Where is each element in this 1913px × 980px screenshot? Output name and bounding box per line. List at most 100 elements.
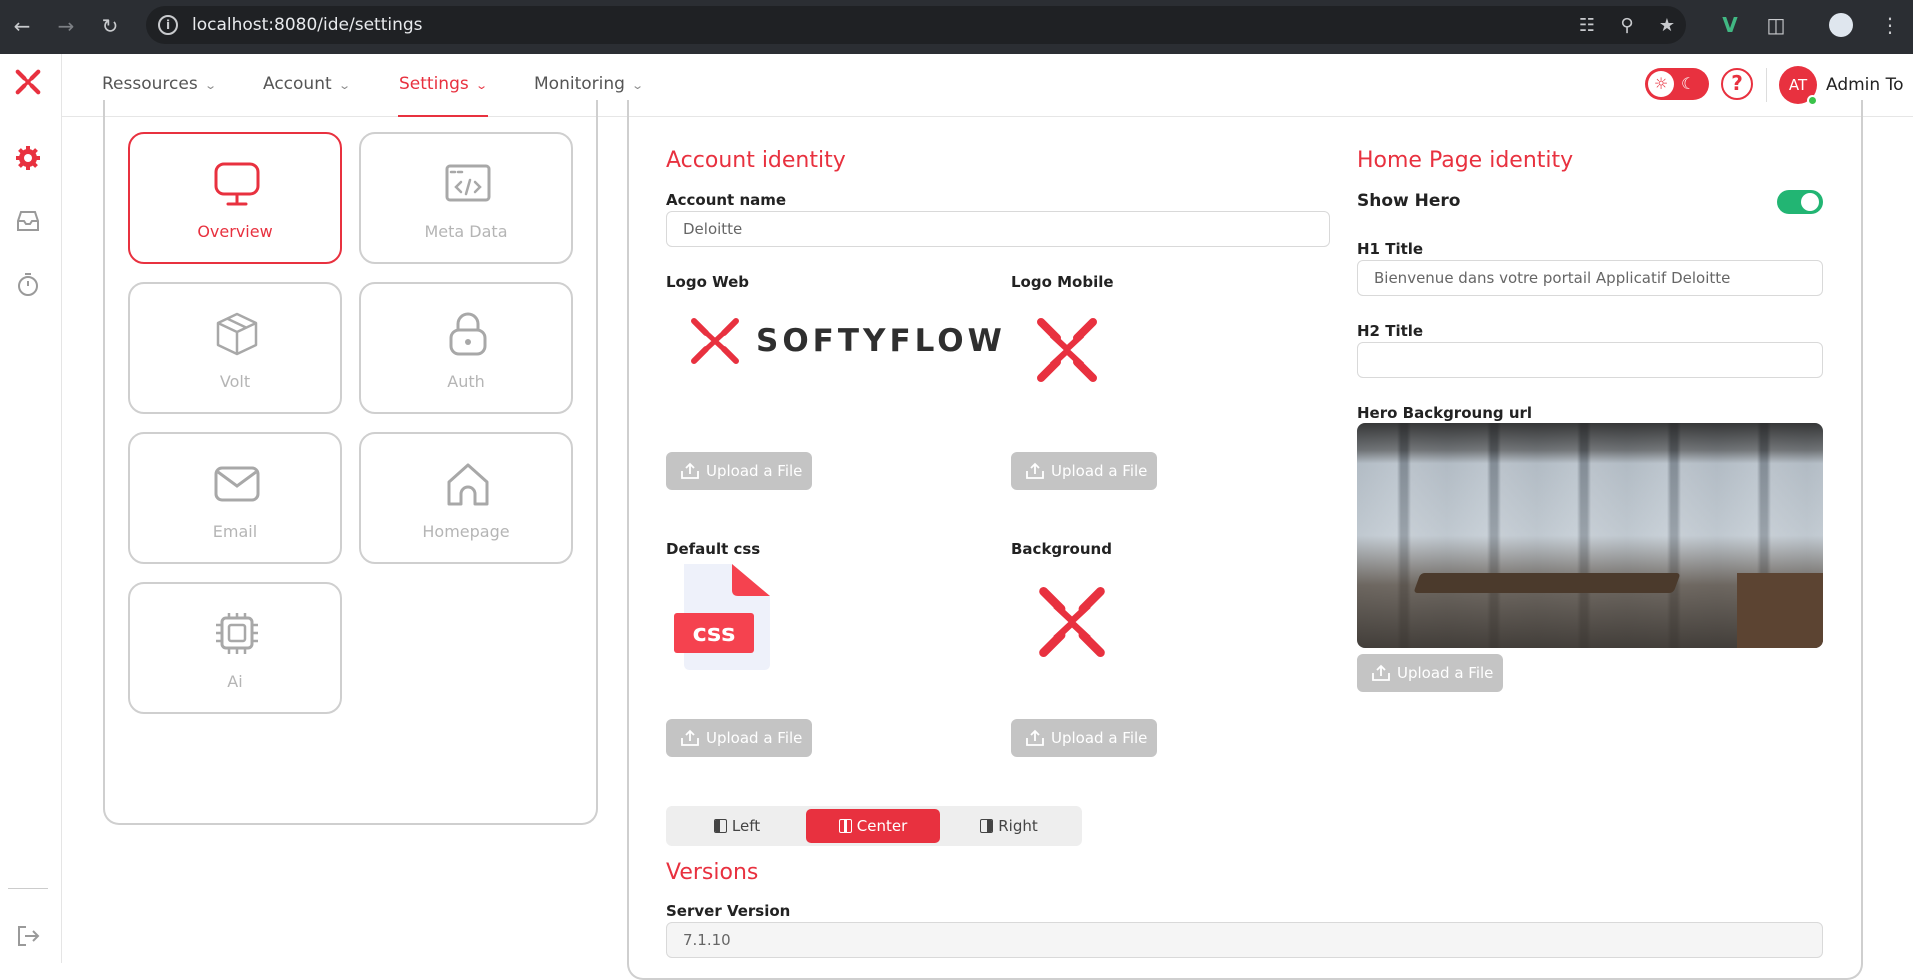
home-identity-title: Home Page identity	[1357, 148, 1574, 173]
chevron-down-icon: ⌄	[337, 79, 351, 92]
tile-ai[interactable]: Ai	[128, 582, 342, 714]
css-file-preview: css	[672, 560, 772, 672]
inbox-icon[interactable]	[14, 207, 42, 235]
default-css-label: Default css	[666, 540, 761, 558]
left-rail	[0, 54, 62, 963]
softyflow-logo-icon	[691, 318, 739, 364]
show-hero-toggle[interactable]	[1777, 190, 1823, 214]
tile-auth[interactable]: Auth	[359, 282, 573, 414]
logo-web-upload-button[interactable]: Upload a File	[666, 452, 812, 490]
align-center-button[interactable]: Center	[806, 809, 940, 843]
tile-label: Meta Data	[424, 222, 508, 241]
account-name-label: Account name	[666, 191, 787, 209]
upload-icon	[681, 462, 699, 479]
logout-icon[interactable]	[14, 922, 42, 950]
tile-homepage[interactable]: Homepage	[359, 432, 573, 564]
upload-icon	[1026, 729, 1044, 746]
upload-label: Upload a File	[706, 462, 803, 480]
browser-menu-icon[interactable]: ⋮	[1877, 12, 1903, 38]
profile-icon[interactable]	[1829, 13, 1853, 37]
css-badge: css	[674, 613, 754, 653]
align-center-icon	[838, 819, 852, 833]
tile-volt[interactable]: Volt	[128, 282, 342, 414]
chevron-down-icon: ⌄	[631, 79, 644, 92]
alignment-toggle-group: Left Center Right	[666, 806, 1082, 846]
h2-title-label: H2 Title	[1357, 322, 1424, 340]
upload-icon	[1372, 664, 1390, 681]
tile-label: Overview	[197, 222, 273, 241]
align-right-button[interactable]: Right	[942, 809, 1076, 843]
extensions-icon[interactable]: ◫	[1763, 12, 1789, 38]
tile-overview[interactable]: Overview	[128, 132, 342, 264]
translate-icon[interactable]: ☷	[1576, 15, 1598, 37]
background-upload-button[interactable]: Upload a File	[1011, 719, 1157, 757]
h1-title-label: H1 Title	[1357, 240, 1424, 258]
menu-monitoring-label: Monitoring	[534, 74, 625, 94]
versions-title: Versions	[666, 860, 759, 885]
menu-settings-label: Settings	[399, 74, 469, 94]
upload-icon	[681, 729, 699, 746]
account-name-input[interactable]: Deloitte	[666, 211, 1330, 247]
vue-devtools-icon[interactable]: V	[1717, 12, 1743, 38]
menu-monitoring[interactable]: Monitoring ⌄	[534, 74, 644, 94]
user-name[interactable]: Admin To	[1826, 75, 1903, 95]
browser-chrome: ← → ↻ i localhost:8080/ide/settings ☷ ⚲ …	[0, 0, 1913, 54]
upload-label: Upload a File	[1051, 729, 1148, 747]
account-identity-title: Account identity	[666, 148, 846, 173]
tile-label: Homepage	[422, 522, 510, 541]
logo-icon[interactable]	[14, 68, 42, 96]
menu-ressources-label: Ressources	[102, 74, 198, 94]
h1-title-input[interactable]: Bienvenue dans votre portail Applicatif …	[1357, 260, 1823, 296]
hero-background-image	[1357, 423, 1823, 648]
bookmark-star-icon[interactable]: ★	[1656, 15, 1678, 37]
tile-label: Volt	[219, 372, 251, 391]
timer-icon[interactable]	[14, 270, 42, 298]
background-preview-icon	[1039, 587, 1105, 657]
upload-label: Upload a File	[1051, 462, 1148, 480]
hero-background-label: Hero Backgroung url	[1357, 404, 1533, 422]
hero-image-table	[1413, 573, 1681, 593]
upload-label: Upload a File	[1397, 664, 1494, 682]
align-right-label: Right	[998, 817, 1038, 835]
help-button[interactable]: ?	[1721, 68, 1753, 100]
menu-account[interactable]: Account ⌄	[263, 74, 351, 94]
address-bar[interactable]: i localhost:8080/ide/settings ☷ ⚲ ★	[146, 6, 1686, 44]
menu-settings[interactable]: Settings ⌄	[399, 74, 488, 94]
back-icon[interactable]: ←	[8, 12, 36, 40]
code-icon	[445, 164, 491, 202]
default-css-upload-button[interactable]: Upload a File	[666, 719, 812, 757]
forward-icon[interactable]: →	[52, 12, 80, 40]
logo-mobile-preview-icon	[1037, 318, 1097, 382]
tile-meta-data[interactable]: Meta Data	[359, 132, 573, 264]
sun-icon: ☼	[1648, 71, 1674, 97]
box-icon	[216, 312, 258, 356]
align-right-icon	[980, 819, 994, 833]
zoom-icon[interactable]: ⚲	[1616, 15, 1638, 37]
chevron-down-icon: ⌄	[203, 79, 217, 92]
reload-icon[interactable]: ↻	[96, 12, 124, 40]
chip-icon	[216, 613, 258, 654]
header-divider	[1766, 68, 1767, 102]
align-left-button[interactable]: Left	[670, 809, 804, 843]
logo-mobile-upload-button[interactable]: Upload a File	[1011, 452, 1157, 490]
lock-icon	[449, 312, 487, 356]
server-version-field: 7.1.10	[666, 922, 1823, 958]
hero-upload-button[interactable]: Upload a File	[1357, 654, 1503, 692]
site-info-icon[interactable]: i	[158, 15, 178, 35]
theme-toggle[interactable]: ☼ ☾	[1645, 68, 1709, 100]
gear-icon[interactable]	[14, 144, 42, 172]
tile-email[interactable]: Email	[128, 432, 342, 564]
logo-web-text: SOFTYFLOW	[756, 323, 1006, 359]
mail-icon	[214, 466, 260, 502]
upload-icon	[1026, 462, 1044, 479]
url-text[interactable]: localhost:8080/ide/settings	[192, 15, 423, 35]
rail-divider	[8, 888, 48, 889]
menu-ressources[interactable]: Ressources ⌄	[102, 74, 217, 94]
tile-label: Ai	[227, 672, 243, 691]
hero-image-shelf	[1737, 573, 1823, 648]
chevron-down-icon: ⌄	[474, 79, 488, 92]
h2-title-input[interactable]	[1357, 342, 1823, 378]
menu-account-label: Account	[263, 74, 332, 94]
align-left-label: Left	[731, 817, 761, 835]
upload-label: Upload a File	[706, 729, 803, 747]
